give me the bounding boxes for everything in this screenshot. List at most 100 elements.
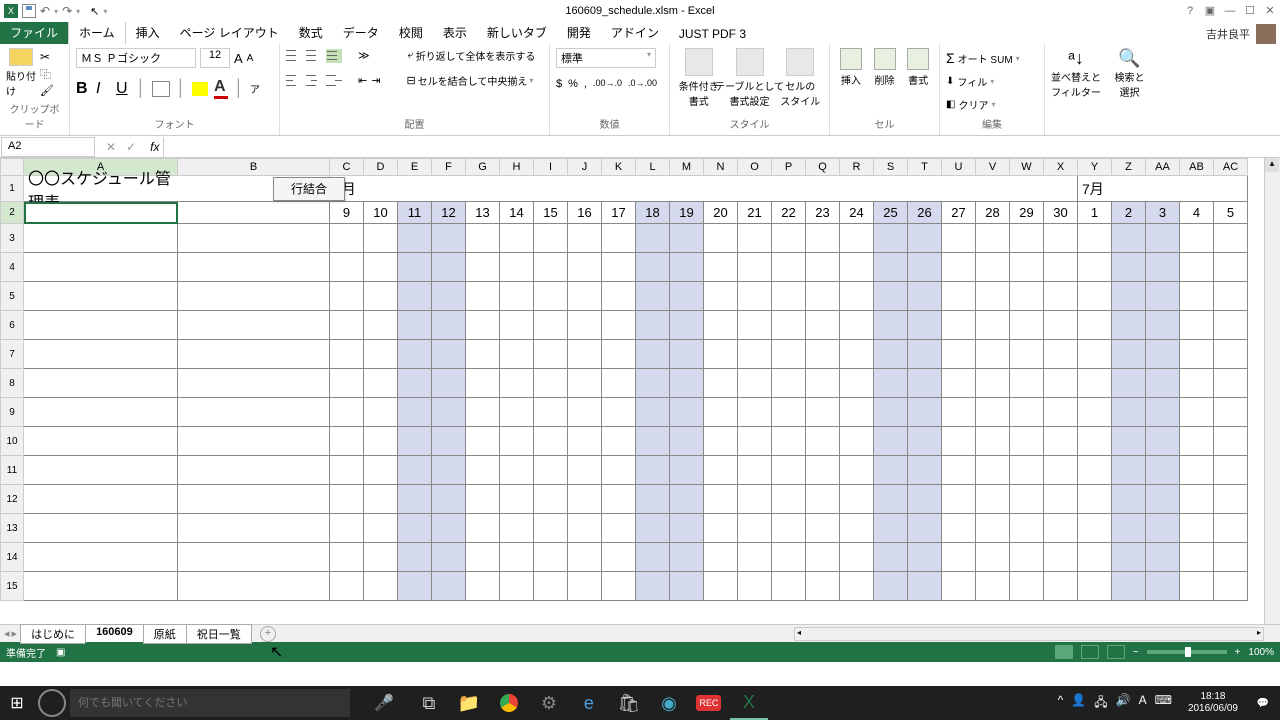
cell[interactable]	[1146, 224, 1180, 253]
cell[interactable]	[1214, 224, 1248, 253]
cell[interactable]	[1180, 369, 1214, 398]
cell[interactable]	[500, 340, 534, 369]
cell[interactable]	[398, 224, 432, 253]
cell[interactable]	[466, 340, 500, 369]
cell[interactable]	[704, 369, 738, 398]
row-header[interactable]: 8	[0, 369, 24, 398]
cortana-search-input[interactable]	[70, 689, 350, 717]
spreadsheet-grid[interactable]: ABCDEFGHIJKLMNOPQRSTUVWXYZAAABAC 1〇〇スケジュ…	[0, 158, 1280, 624]
cell[interactable]	[1010, 398, 1044, 427]
wrap-text-button[interactable]: ⤶ 折り返して全体を表示する	[408, 48, 536, 63]
cell[interactable]	[364, 311, 398, 340]
cell[interactable]	[330, 427, 364, 456]
cell[interactable]	[1214, 340, 1248, 369]
cell[interactable]	[432, 340, 466, 369]
cell[interactable]	[704, 253, 738, 282]
cell[interactable]	[1044, 543, 1078, 572]
cell[interactable]	[1010, 282, 1044, 311]
column-header[interactable]: Z	[1112, 158, 1146, 176]
column-header[interactable]: AA	[1146, 158, 1180, 176]
cell[interactable]	[772, 398, 806, 427]
minimize-icon[interactable]: —	[1220, 1, 1240, 21]
cell[interactable]	[772, 311, 806, 340]
cell[interactable]	[1010, 224, 1044, 253]
cell-styles-button[interactable]: セルの スタイル	[778, 48, 824, 108]
help-icon[interactable]: ?	[1180, 1, 1200, 21]
cell[interactable]	[942, 311, 976, 340]
cell[interactable]	[942, 485, 976, 514]
cell[interactable]	[840, 572, 874, 601]
scroll-up-icon[interactable]: ▴	[1265, 158, 1279, 172]
cell[interactable]	[874, 543, 908, 572]
account-name[interactable]: 吉井良平	[1206, 26, 1250, 42]
column-header[interactable]: AC	[1214, 158, 1248, 176]
cell[interactable]	[704, 456, 738, 485]
cell[interactable]	[1044, 514, 1078, 543]
cell[interactable]	[636, 572, 670, 601]
cell[interactable]	[942, 514, 976, 543]
cell[interactable]	[976, 572, 1010, 601]
cell[interactable]	[1112, 282, 1146, 311]
tab-developer[interactable]: 開発	[557, 21, 601, 44]
cell[interactable]	[364, 253, 398, 282]
cell[interactable]	[976, 311, 1010, 340]
tab-page-layout[interactable]: ページ レイアウト	[170, 21, 289, 44]
cell[interactable]	[568, 543, 602, 572]
row-header[interactable]: 5	[0, 282, 24, 311]
cell[interactable]	[1146, 282, 1180, 311]
cell[interactable]	[1180, 485, 1214, 514]
cell[interactable]	[772, 456, 806, 485]
cell[interactable]	[1078, 514, 1112, 543]
increase-indent-icon[interactable]: ⇥	[371, 74, 380, 87]
row-header[interactable]: 7	[0, 340, 24, 369]
cell[interactable]	[500, 311, 534, 340]
cell-day[interactable]: 19	[670, 202, 704, 224]
cell[interactable]	[466, 543, 500, 572]
cell[interactable]	[568, 398, 602, 427]
cell[interactable]	[874, 282, 908, 311]
cell[interactable]	[1180, 253, 1214, 282]
page-break-view-icon[interactable]	[1107, 645, 1125, 659]
cell[interactable]	[1180, 514, 1214, 543]
cell[interactable]	[568, 224, 602, 253]
cell[interactable]	[178, 398, 330, 427]
cell[interactable]	[178, 224, 330, 253]
cell[interactable]	[874, 456, 908, 485]
column-header[interactable]: B	[178, 158, 330, 176]
zoom-out-icon[interactable]: −	[1133, 647, 1139, 658]
cell[interactable]	[670, 311, 704, 340]
cell[interactable]	[330, 369, 364, 398]
cell[interactable]	[942, 456, 976, 485]
chrome-icon[interactable]	[490, 686, 528, 720]
cell[interactable]	[636, 369, 670, 398]
cell[interactable]	[330, 282, 364, 311]
underline-button[interactable]: U	[116, 80, 130, 98]
align-bottom-icon[interactable]	[326, 49, 342, 63]
cell[interactable]	[976, 369, 1010, 398]
sort-filter-button[interactable]: ᵃ↓ 並べ替えと フィルター	[1051, 48, 1101, 99]
cell[interactable]	[840, 224, 874, 253]
cell[interactable]	[398, 485, 432, 514]
cell[interactable]	[602, 572, 636, 601]
name-box[interactable]: A2	[1, 137, 95, 157]
cell[interactable]	[24, 398, 178, 427]
font-size-select[interactable]: 12	[200, 48, 230, 68]
row-header[interactable]: 1	[0, 176, 24, 202]
cell-day[interactable]: 20	[704, 202, 738, 224]
column-header[interactable]: D	[364, 158, 398, 176]
file-explorer-icon[interactable]: 📁	[450, 686, 488, 720]
cell[interactable]	[1112, 543, 1146, 572]
cell[interactable]	[636, 253, 670, 282]
cancel-formula-icon[interactable]: ✕	[106, 140, 116, 154]
cell[interactable]	[24, 282, 178, 311]
cell[interactable]	[806, 456, 840, 485]
cell[interactable]	[602, 543, 636, 572]
cell[interactable]	[636, 543, 670, 572]
cell[interactable]	[636, 427, 670, 456]
touch-mode-icon[interactable]: ↖	[90, 5, 99, 18]
cell[interactable]	[178, 572, 330, 601]
merge-center-button[interactable]: ⊟ セルを結合して中央揃え ▾	[406, 73, 533, 88]
cell[interactable]	[704, 398, 738, 427]
app-icon-2[interactable]: ◉	[650, 686, 688, 720]
cell-day[interactable]: 4	[1180, 202, 1214, 224]
